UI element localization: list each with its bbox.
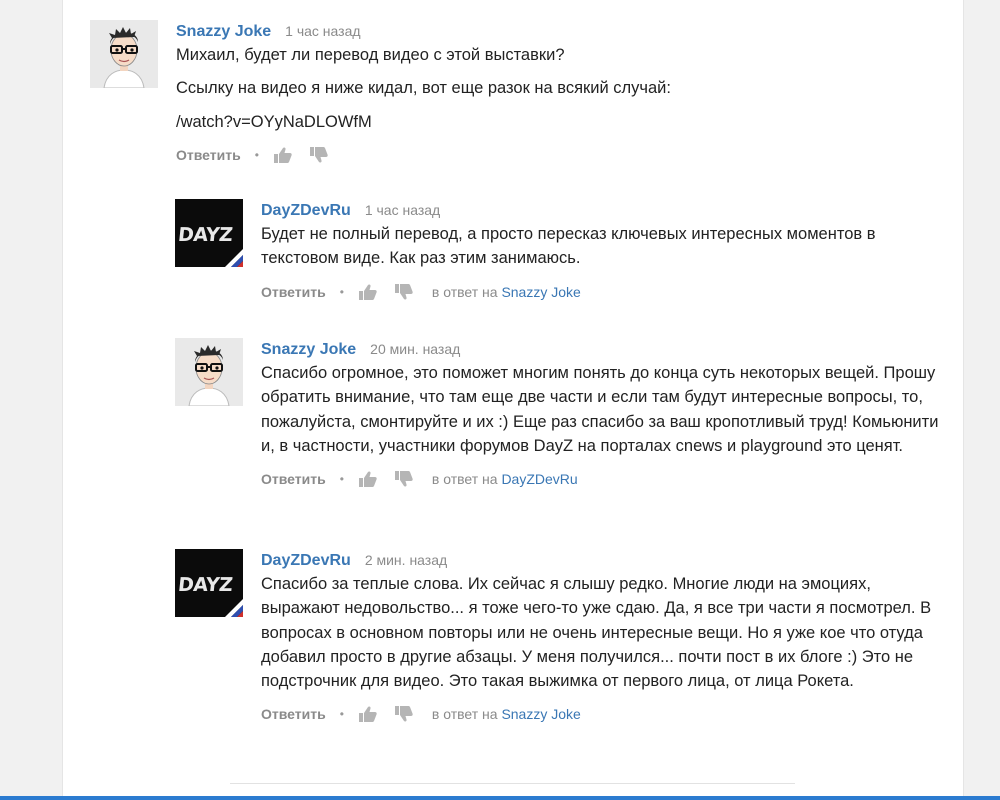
separator-dot: •	[339, 284, 344, 299]
comment-body: Snazzy Joke 1 час назад Михаил, будет ли …	[176, 20, 856, 166]
comment-header: Snazzy Joke 20 мин. назад	[261, 338, 941, 360]
comment-paragraph: Будет не полный перевод, а просто переск…	[261, 225, 876, 268]
reply-button[interactable]: Ответить	[261, 468, 326, 490]
avatar-dayzdevru[interactable]: DAYZ	[175, 199, 243, 267]
in-reply-to-prefix: в ответ на	[431, 471, 498, 488]
thumbs-down-icon[interactable]	[394, 705, 414, 723]
in-reply-to: в ответ на Snazzy Joke	[432, 703, 581, 725]
comment-time[interactable]: 2 мин. назад	[365, 552, 447, 568]
reply-button[interactable]: Ответить	[261, 281, 326, 303]
in-reply-to-prefix: в ответ на	[431, 283, 498, 300]
comment-text: Спасибо за теплые слова. Их сейчас я слы…	[261, 572, 941, 693]
comment-time[interactable]: 1 час назад	[285, 23, 360, 39]
in-reply-to: в ответ на DayZDevRu	[432, 468, 578, 490]
svg-text:DAYZ: DAYZ	[177, 574, 233, 596]
thumbs-down-icon[interactable]	[394, 470, 414, 488]
in-reply-to-author[interactable]: DayZDevRu	[501, 471, 577, 487]
in-reply-to-prefix: в ответ на	[431, 706, 498, 723]
reply-button[interactable]: Ответить	[176, 144, 241, 166]
comment-body: DayZDevRu 2 мин. назад Спасибо за теплые …	[261, 549, 941, 725]
separator-dot: •	[339, 472, 344, 487]
comment-header: DayZDevRu 2 мин. назад	[261, 549, 941, 571]
comment-actions: Ответить • в ответ на Snazzy Joke	[261, 703, 941, 725]
comment-paragraph: Спасибо за теплые слова. Их сейчас я слы…	[261, 575, 932, 691]
comment-paragraph: Спасибо огромное, это поможет многим пон…	[261, 364, 939, 455]
separator-dot: •	[254, 147, 259, 162]
comment-paragraph: Михаил, будет ли перевод видео с этой вы…	[176, 46, 565, 64]
thumbs-up-icon[interactable]	[273, 146, 293, 164]
divider	[230, 783, 795, 784]
comment-author[interactable]: DayZDevRu	[261, 202, 351, 219]
comment-time[interactable]: 20 мин. назад	[370, 341, 460, 357]
in-reply-to-author[interactable]: Snazzy Joke	[501, 706, 580, 722]
comment-author[interactable]: Snazzy Joke	[261, 341, 356, 358]
comment-body: Snazzy Joke 20 мин. назад Спасибо огромно…	[261, 338, 941, 490]
video-link[interactable]: /watch?v=OYyNaDLOWfM	[176, 110, 856, 134]
thumbs-down-icon[interactable]	[394, 283, 414, 301]
thumbs-up-icon[interactable]	[358, 283, 378, 301]
avatar-dayzdevru[interactable]: DAYZ	[175, 549, 243, 617]
comment-actions: Ответить • в ответ на Snazzy Joke	[261, 281, 941, 303]
comment-header: DayZDevRu 1 час назад	[261, 199, 941, 221]
thumbs-up-icon[interactable]	[358, 470, 378, 488]
comment-text: Спасибо огромное, это поможет многим пон…	[261, 361, 941, 458]
thumbs-up-icon[interactable]	[358, 705, 378, 723]
comment-actions: Ответить •	[176, 144, 856, 166]
comment-text: Будет не полный перевод, а просто переск…	[261, 222, 941, 271]
in-reply-to-author[interactable]: Snazzy Joke	[501, 284, 580, 300]
comment-paragraph: Ссылку на видео я ниже кидал, вот еще ра…	[176, 79, 671, 98]
comment-actions: Ответить • в ответ на DayZDevRu	[261, 468, 941, 490]
comment-author[interactable]: DayZDevRu	[261, 552, 351, 569]
avatar-snazzy-joke[interactable]	[90, 20, 158, 88]
bottom-bar	[0, 796, 1000, 800]
svg-text:DAYZ: DAYZ	[177, 224, 233, 246]
avatar-snazzy-joke[interactable]	[175, 338, 243, 406]
comment-text: Михаил, будет ли перевод видео с этой вы…	[176, 43, 856, 134]
reply-button[interactable]: Ответить	[261, 703, 326, 725]
comment-author[interactable]: Snazzy Joke	[176, 23, 271, 40]
thumbs-down-icon[interactable]	[309, 146, 329, 164]
comment-body: DayZDevRu 1 час назад Будет не полный пер…	[261, 199, 941, 303]
comment-time[interactable]: 1 час назад	[365, 202, 440, 218]
comment-header: Snazzy Joke 1 час назад	[176, 20, 856, 42]
in-reply-to: в ответ на Snazzy Joke	[432, 281, 581, 303]
separator-dot: •	[339, 707, 344, 722]
